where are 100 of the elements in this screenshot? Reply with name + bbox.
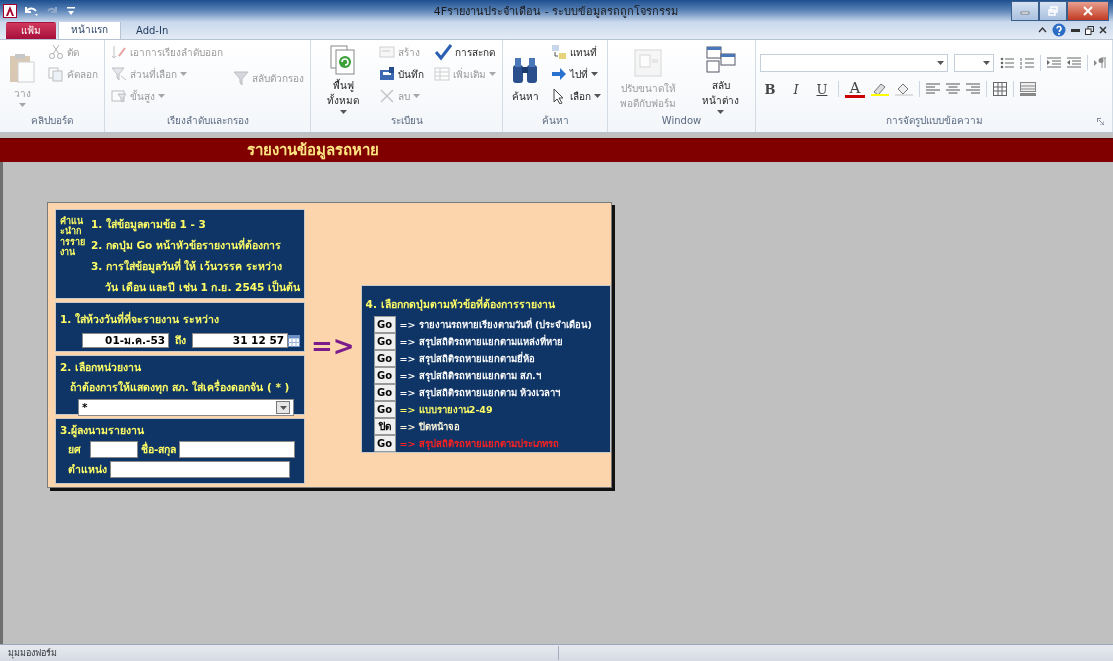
format-button[interactable]: B	[760, 80, 780, 98]
funnel-icon	[233, 70, 249, 86]
close-icon[interactable]	[1099, 26, 1107, 34]
caret-icon	[937, 61, 945, 65]
ribbon-button[interactable]: สลับ หน้าต่าง	[690, 42, 751, 114]
paragraph-icon[interactable]	[1094, 57, 1108, 69]
date-field[interactable]: 01-ม.ค.-53	[82, 333, 169, 348]
close-button[interactable]	[1067, 1, 1109, 21]
size-combo[interactable]	[954, 54, 995, 72]
rank-field[interactable]	[90, 441, 138, 458]
scissors-icon	[48, 44, 64, 60]
go-button[interactable]: Go	[373, 367, 396, 384]
save-icon	[379, 66, 395, 82]
indent-icon[interactable]	[1047, 57, 1062, 69]
close-icon	[1082, 6, 1094, 16]
app-logo-icon[interactable]	[3, 4, 17, 18]
arrow-text: =>	[311, 333, 355, 359]
go-button[interactable]: Go	[373, 384, 396, 401]
ribbon-button[interactable]: พื้นฟู ทั้งหมด	[315, 42, 371, 114]
undo-icon[interactable]	[23, 5, 39, 17]
restore-icon	[1047, 6, 1059, 16]
go-button[interactable]: Go	[373, 350, 396, 367]
format-button[interactable]: U	[812, 80, 832, 98]
group-label: เรียงลำดับและกรอง	[165, 114, 250, 128]
filter-icon	[111, 88, 127, 104]
instruction-text: วัน เดือน และปี เช่น 1 ก.ย. 2545 เป็นต้น	[103, 279, 300, 295]
report-option: => สรุปสถิติรถหายแยกตาม สภ.ฯ	[399, 368, 541, 383]
section-label: 2. เลือกหน่วยงาน	[60, 360, 142, 375]
instruction-text: 1. ใส่ข้อมูลตามข้อ 1 - 3	[90, 217, 207, 233]
field-label: ถึง	[175, 333, 186, 348]
group-label: ค้นหา	[540, 114, 570, 128]
align-right-icon[interactable]	[966, 83, 980, 95]
section-label: 1. ใส่ห้วงวันที่ที่จะรายงาน ระหว่าง	[60, 311, 220, 327]
customize-icon[interactable]	[67, 6, 75, 16]
name-field[interactable]	[179, 441, 296, 458]
arrow-icon	[551, 66, 567, 82]
ribbon-button[interactable]: ค้นหา	[507, 52, 543, 104]
go-button[interactable]: Go	[373, 316, 396, 333]
position-field[interactable]	[110, 461, 290, 478]
section-label: 3.ผู้ลงนามรายงาน	[60, 423, 146, 439]
caret-icon	[279, 405, 287, 410]
table-icon	[434, 66, 450, 82]
date-field[interactable]: 31 12 57	[192, 333, 288, 348]
delete-icon	[379, 88, 395, 104]
go-button[interactable]: Go	[373, 401, 396, 418]
ribbon-button[interactable]: ไปที่	[549, 65, 603, 83]
report-option: => แบบรายงาน2-49	[399, 402, 493, 417]
check-icon	[434, 43, 452, 61]
highlight-icon[interactable]	[871, 82, 889, 96]
copy-icon	[48, 66, 64, 82]
bullets-icon[interactable]	[1000, 57, 1015, 69]
unit-dropdown[interactable]: *	[78, 399, 294, 416]
group-label: การจัดรูปแบบข้อความ	[885, 114, 983, 129]
report-option: => สรุปสถิติรถหายแยกตามแหล่งที่หาย	[399, 334, 563, 349]
grid-icon[interactable]	[993, 82, 1007, 96]
calendar-icon[interactable]	[288, 334, 300, 347]
ribbon-button[interactable]: แทนที่	[549, 43, 603, 61]
restore-icon[interactable]	[1085, 25, 1094, 35]
instruction-text: 3. การใส่ข้อมูลวันที่ ให้ เว้นวรรค ระหว่าง	[90, 258, 283, 275]
ribbon-button[interactable]: บันทึก	[377, 65, 426, 83]
format-button[interactable]: A	[845, 80, 865, 98]
report-option: => รายงานรถหายเรียงตามวันที่ (ประจำเดือน)	[399, 317, 592, 332]
help-icon[interactable]	[1052, 23, 1066, 37]
report-title: รายงานข้อมูลรถหาย	[247, 140, 379, 162]
section-label: 4. เลือกกดปุ่มตามหัวข้อที่ต้องการรายงาน	[365, 296, 556, 313]
field-label: ตำแหน่ง	[68, 462, 107, 477]
collapse-ribbon-icon[interactable]	[1038, 27, 1047, 33]
form-icon	[632, 47, 665, 79]
go-button[interactable]: Go	[373, 333, 396, 350]
hint-text: ถ้าต้องการให้แสดงทุก สภ. ใส่เครื่องดอกจัน ( * )	[70, 379, 291, 396]
ribbon-button[interactable]: การสะกด	[432, 43, 498, 61]
gridlines-icon[interactable]	[1020, 82, 1036, 96]
group-label: ระเบียน	[389, 114, 424, 128]
sort-icon	[111, 44, 127, 60]
go-button[interactable]: Go	[373, 435, 396, 452]
dropdown-button[interactable]	[276, 401, 290, 414]
window-title: 4Fรายงานประจำเดือน - ระบบข้อมูลรถถูกโจรกรรม	[432, 4, 680, 20]
restore-button[interactable]	[1039, 1, 1067, 21]
minimize-icon[interactable]	[1071, 28, 1080, 32]
launcher-icon[interactable]	[1097, 118, 1104, 125]
fill-color-icon[interactable]	[895, 82, 913, 96]
file-tab[interactable]: แฟ้ม	[6, 22, 56, 39]
instruction-text: 2. กดปุ่ม Go หน้าหัวข้อรายงานที่ต้องการ	[90, 237, 282, 254]
report-option: => สรุปสถิติรถหายแยกตามยี่ห้อ	[399, 351, 535, 366]
format-button[interactable]: I	[786, 80, 806, 98]
field-label: ยศ	[68, 442, 81, 457]
status-text: มุมมองฟอร์ม	[0, 646, 559, 660]
align-center-icon[interactable]	[946, 83, 960, 95]
ribbon-button[interactable]: เลือก	[549, 87, 603, 105]
caret-icon	[983, 61, 991, 65]
report-option: => ปิดหน้าจอ	[399, 419, 460, 434]
replace-icon	[551, 44, 567, 60]
align-left-icon[interactable]	[926, 83, 940, 95]
go-button[interactable]: ปิด	[373, 418, 396, 435]
filter-icon	[111, 66, 127, 82]
ribbon-tab[interactable]: Add-In	[123, 22, 182, 39]
group-label: Window	[660, 114, 703, 128]
outdent-icon[interactable]	[1067, 57, 1082, 69]
windows-icon	[704, 44, 737, 76]
minimize-button[interactable]	[1011, 1, 1039, 21]
